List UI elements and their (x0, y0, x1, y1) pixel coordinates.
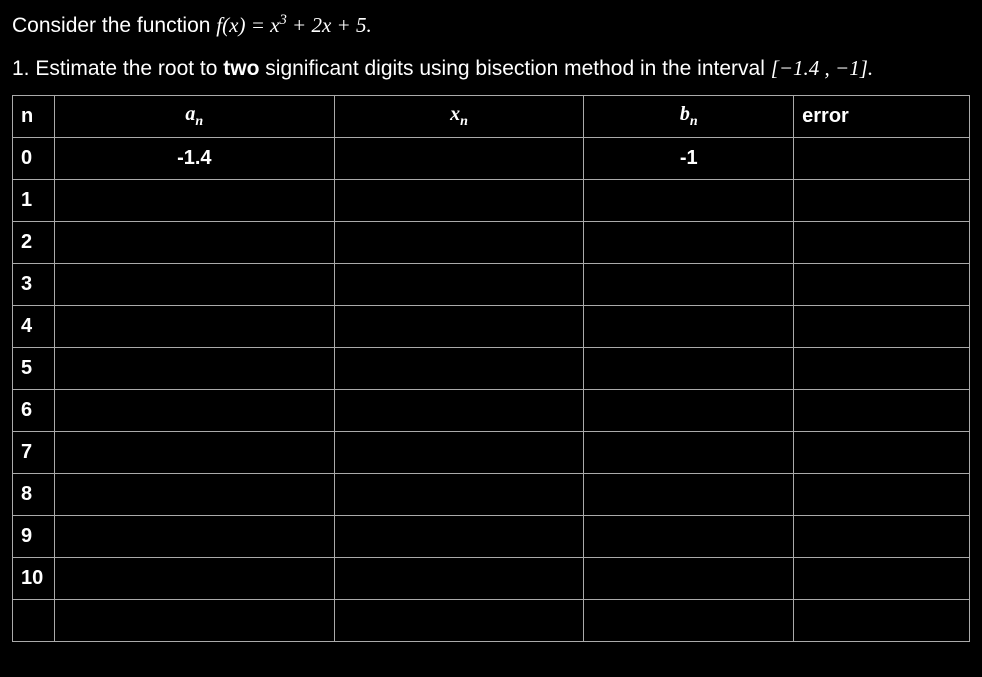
cell-an (54, 306, 334, 348)
prompt-prefix: Consider the function (12, 14, 216, 37)
cell-xn (334, 390, 584, 432)
cell-error (794, 516, 970, 558)
cell-an (54, 558, 334, 600)
cell-an (54, 474, 334, 516)
cell-bn (584, 516, 794, 558)
header-n: n (13, 96, 55, 138)
cell-error (794, 600, 970, 642)
cell-xn (334, 180, 584, 222)
cell-bn (584, 558, 794, 600)
cell-error (794, 558, 970, 600)
header-an: an (54, 96, 334, 138)
cell-n: 7 (13, 432, 55, 474)
cell-error (794, 390, 970, 432)
cell-bn (584, 222, 794, 264)
cell-an (54, 222, 334, 264)
cell-an (54, 516, 334, 558)
table-row: 9 (13, 516, 970, 558)
cell-an (54, 600, 334, 642)
cell-an (54, 264, 334, 306)
cell-error (794, 348, 970, 390)
cell-bn (584, 264, 794, 306)
question-line: 1. Estimate the root to two significant … (12, 56, 970, 81)
cell-an: -1.4 (54, 138, 334, 180)
cell-an (54, 390, 334, 432)
cell-xn (334, 138, 584, 180)
cell-xn (334, 474, 584, 516)
header-xn: xn (334, 96, 584, 138)
cell-an (54, 348, 334, 390)
table-row: 4 (13, 306, 970, 348)
cell-n: 4 (13, 306, 55, 348)
cell-bn (584, 474, 794, 516)
cell-xn (334, 264, 584, 306)
question-mid: significant digits using bisection metho… (259, 57, 770, 80)
cell-n: 0 (13, 138, 55, 180)
table-row: 1 (13, 180, 970, 222)
question-bold: two (223, 57, 259, 80)
cell-error (794, 138, 970, 180)
header-error: error (794, 96, 970, 138)
table-row: 5 (13, 348, 970, 390)
cell-xn (334, 432, 584, 474)
cell-n: 3 (13, 264, 55, 306)
cell-xn (334, 516, 584, 558)
table-row: 8 (13, 474, 970, 516)
cell-bn: -1 (584, 138, 794, 180)
table-row: 3 (13, 264, 970, 306)
table-body: 0-1.4 -1 12345678910 (13, 138, 970, 642)
cell-xn (334, 600, 584, 642)
cell-xn (334, 306, 584, 348)
cell-n: 1 (13, 180, 55, 222)
cell-xn (334, 558, 584, 600)
table-row: 7 (13, 432, 970, 474)
cell-n: 9 (13, 516, 55, 558)
table-row: 6 (13, 390, 970, 432)
cell-bn (584, 600, 794, 642)
cell-bn (584, 390, 794, 432)
cell-xn (334, 222, 584, 264)
cell-bn (584, 432, 794, 474)
cell-n: 6 (13, 390, 55, 432)
table-row: 0-1.4 -1 (13, 138, 970, 180)
prompt-line: Consider the function f(x) = x3 + 2x + 5… (12, 12, 970, 38)
interval: [−1.4 , −1]. (771, 56, 873, 80)
cell-error (794, 180, 970, 222)
cell-an (54, 432, 334, 474)
cell-error (794, 306, 970, 348)
cell-n: 10 (13, 558, 55, 600)
cell-n: 5 (13, 348, 55, 390)
cell-bn (584, 306, 794, 348)
bisection-table: n an xn bn error 0-1.4 -1 12345678910 (12, 95, 970, 642)
cell-n: 2 (13, 222, 55, 264)
question-prefix: 1. Estimate the root to (12, 57, 223, 80)
cell-bn (584, 348, 794, 390)
cell-error (794, 264, 970, 306)
function-expression: f(x) = x3 + 2x + 5. (216, 13, 371, 37)
cell-n (13, 600, 55, 642)
table-header-row: n an xn bn error (13, 96, 970, 138)
cell-n: 8 (13, 474, 55, 516)
cell-an (54, 180, 334, 222)
cell-xn (334, 348, 584, 390)
cell-error (794, 432, 970, 474)
table-row: 2 (13, 222, 970, 264)
table-row: 10 (13, 558, 970, 600)
table-row (13, 600, 970, 642)
cell-bn (584, 180, 794, 222)
header-bn: bn (584, 96, 794, 138)
cell-error (794, 222, 970, 264)
cell-error (794, 474, 970, 516)
